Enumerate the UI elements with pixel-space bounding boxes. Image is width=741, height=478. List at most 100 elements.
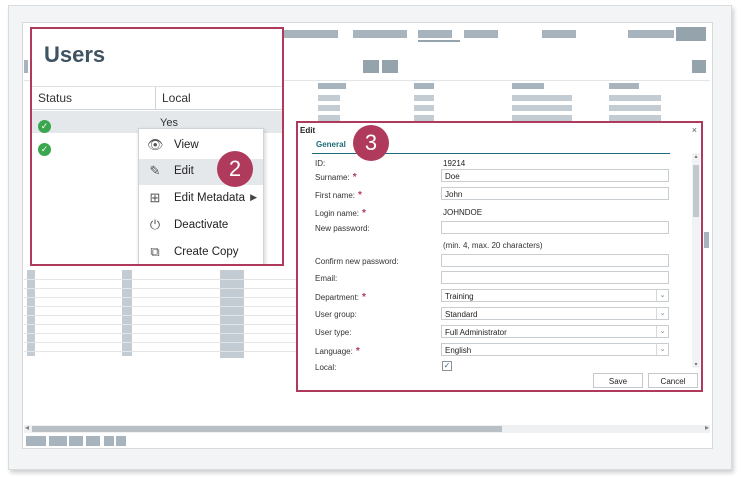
chevron-down-icon[interactable]: ⌄: [656, 344, 668, 355]
email-field[interactable]: [441, 271, 669, 284]
blurred-column: [122, 270, 132, 356]
scrollbar-thumb[interactable]: [693, 165, 699, 217]
blurred-pager-button[interactable]: [86, 436, 100, 446]
blurred-button[interactable]: [363, 60, 379, 73]
blurred-toolbar-button[interactable]: [676, 27, 706, 41]
chevron-down-icon[interactable]: ⌄: [656, 308, 668, 319]
step-2-badge: 2: [217, 151, 253, 187]
id-value: 19214: [443, 159, 466, 168]
confirm-password-field[interactable]: [441, 254, 669, 267]
blurred-header-cell: [414, 83, 434, 89]
dialog-title: Edit: [300, 126, 316, 135]
column-header-local[interactable]: Local: [162, 91, 191, 105]
blurred-toolbar-item: [628, 30, 674, 38]
edit-dialog: Edit × General ID: 19214 Surname: * Doe F…: [296, 121, 703, 392]
confirm-password-label: Confirm new password:: [315, 257, 399, 266]
row-divider: [24, 288, 296, 289]
dialog-vertical-scrollbar[interactable]: ▴ ▾: [692, 153, 700, 368]
language-select[interactable]: English ⌄: [441, 343, 669, 356]
department-value: Training: [445, 292, 474, 301]
copy-icon: ⧉: [150, 244, 160, 259]
blurred-pager-button[interactable]: [49, 436, 67, 446]
row-divider: [24, 351, 296, 352]
blurred-header-cell: [609, 83, 639, 89]
scroll-down-icon[interactable]: ▾: [692, 361, 700, 368]
blurred-pager-button[interactable]: [69, 436, 83, 446]
language-label: Language: *: [315, 346, 360, 357]
row-divider: [24, 333, 296, 334]
menu-item-label: Deactivate: [174, 219, 229, 231]
scroll-left-icon[interactable]: ◂: [25, 423, 29, 432]
column-header-status[interactable]: Status: [38, 91, 72, 105]
row-divider: [24, 342, 296, 343]
local-checkbox[interactable]: ✓: [442, 361, 452, 371]
user-group-select[interactable]: Standard ⌄: [441, 307, 669, 320]
horizontal-scrollbar[interactable]: ◂ ▸: [24, 423, 710, 433]
blurred-button[interactable]: [692, 60, 706, 73]
active-status-icon: ✓: [38, 143, 51, 156]
blurred-pager-button[interactable]: [116, 436, 126, 446]
user-type-select[interactable]: Full Administrator ⌄: [441, 325, 669, 338]
blurred-toolbar-item: [542, 30, 576, 38]
row-divider: [24, 315, 296, 316]
chevron-down-icon[interactable]: ⌄: [656, 326, 668, 337]
tab-general[interactable]: General: [316, 140, 346, 149]
language-value: English: [445, 346, 472, 355]
menu-item-edit-metadata[interactable]: ⊞ Edit Metadata ▶: [139, 186, 263, 212]
department-label: Department: *: [315, 292, 366, 303]
blurred-column: [220, 270, 244, 358]
scrollbar-thumb[interactable]: [32, 426, 502, 432]
login-name-value: JOHNDOE: [443, 208, 483, 217]
local-label: Local:: [315, 363, 337, 372]
active-status-icon: ✓: [38, 120, 51, 133]
cancel-button[interactable]: Cancel: [648, 373, 698, 388]
surname-field[interactable]: Doe: [441, 169, 669, 182]
user-type-label: User type:: [315, 328, 352, 337]
blurred-toolbar-item: [353, 30, 407, 38]
blurred-cell: [609, 95, 661, 101]
blurred-toolbar-item: [464, 30, 498, 38]
menu-item-label: Edit: [174, 165, 194, 177]
chevron-down-icon[interactable]: ⌄: [656, 290, 668, 301]
required-marker: *: [358, 190, 362, 201]
blurred-header-cell: [318, 83, 346, 89]
blurred-cell: [414, 95, 434, 101]
blurred-header-cell: [512, 83, 544, 89]
scroll-right-icon[interactable]: ▸: [705, 423, 709, 432]
blurred-cell: [512, 105, 572, 111]
step-3-badge: 3: [353, 125, 389, 161]
menu-item-deactivate[interactable]: ⏻ Deactivate: [139, 213, 263, 239]
user-type-value: Full Administrator: [445, 328, 507, 337]
blurred-pager-button[interactable]: [104, 436, 114, 446]
blurred-cell: [512, 95, 572, 101]
row-divider: [24, 279, 296, 280]
blurred-scrollbar: [704, 232, 709, 248]
close-icon[interactable]: ×: [692, 125, 697, 135]
surname-label: Surname: *: [315, 172, 357, 183]
column-separator[interactable]: [155, 87, 156, 109]
email-label: Email:: [315, 274, 338, 283]
users-callout: Users Status Local ✓ Yes ✓ 👁 View ✎ Edit…: [30, 27, 284, 266]
required-marker: *: [352, 172, 357, 183]
new-password-field[interactable]: [441, 221, 669, 234]
blurred-cell: [414, 105, 434, 111]
metadata-icon: ⊞: [149, 190, 161, 205]
department-select[interactable]: Training ⌄: [441, 289, 669, 302]
blurred-button[interactable]: [382, 60, 398, 73]
password-hint: (min. 4, max. 20 characters): [443, 241, 543, 250]
first-name-label: First name: *: [315, 190, 362, 201]
blurred-column: [27, 270, 35, 356]
blurred-pager-button[interactable]: [26, 436, 46, 446]
scroll-up-icon[interactable]: ▴: [692, 153, 700, 160]
required-marker: *: [362, 292, 366, 303]
id-label: ID:: [315, 159, 326, 168]
menu-item-create-copy[interactable]: ⧉ Create Copy: [139, 240, 263, 264]
blurred-cell: [609, 105, 661, 111]
blurred-cell: [318, 105, 340, 111]
pencil-icon: ✎: [149, 163, 161, 178]
row-divider: [24, 306, 296, 307]
user-group-label: User group:: [315, 310, 357, 319]
row-divider: [24, 324, 296, 325]
save-button[interactable]: Save: [593, 373, 643, 388]
first-name-field[interactable]: John: [441, 187, 669, 200]
